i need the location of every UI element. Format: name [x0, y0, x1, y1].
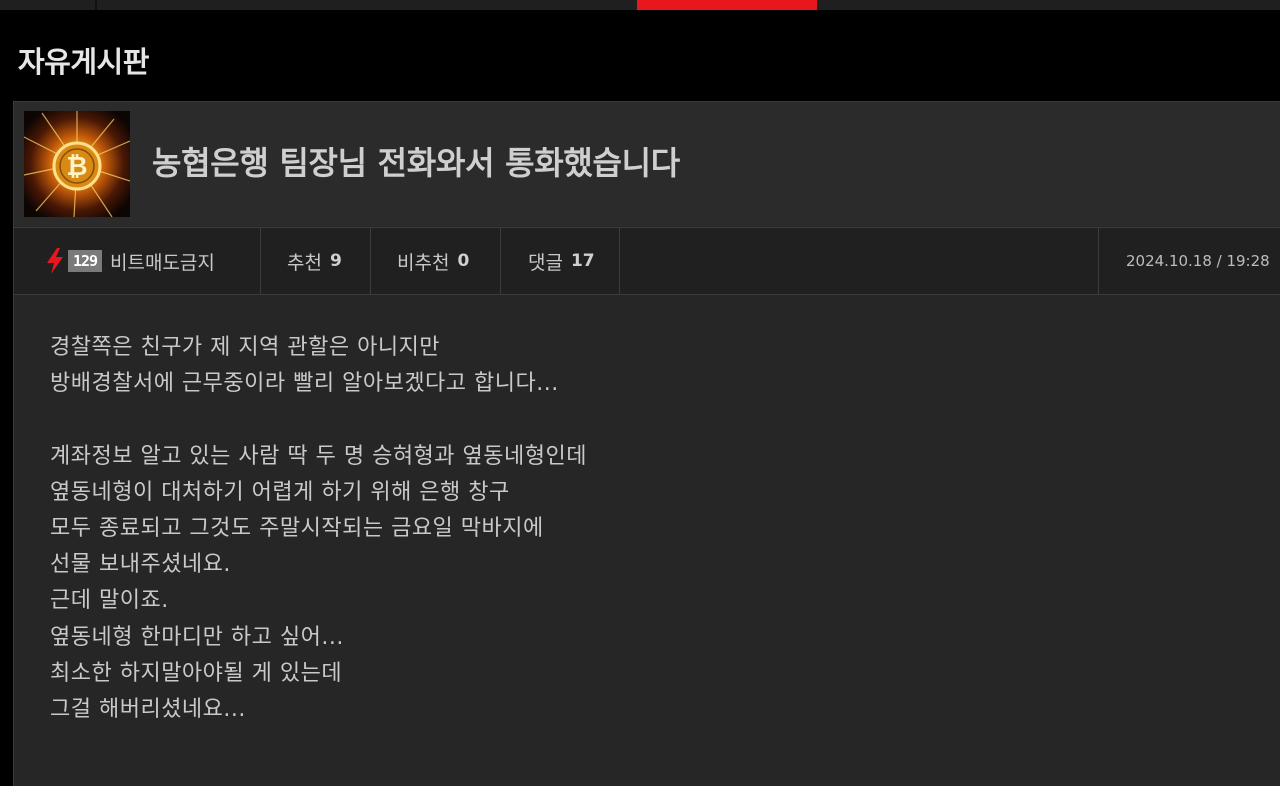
post-header: ₿ 농협은행 팀장님 전화와서 통화했습니다	[14, 102, 1280, 226]
post-meta-bar: 129 비트매도금지 추천 9 비추천 0 댓글 17 2024.10.18 /…	[14, 227, 1280, 295]
post-body-line: 모두 종료되고 그것도 주말시작되는 금요일 막바지에	[50, 515, 544, 541]
meta-divider	[500, 228, 501, 294]
post-body-line: 최소한 하지말아야될 게 있는데	[50, 660, 343, 686]
meta-divider	[370, 228, 371, 294]
nav-active-tab-indicator[interactable]	[637, 0, 817, 10]
author-name[interactable]: 비트매도금지	[110, 248, 215, 275]
level-badge: 129	[68, 250, 102, 272]
board-title: 자유게시판	[18, 45, 149, 79]
bitcoin-coin-icon: ₿	[24, 111, 130, 217]
post-date: 2024.10.18 / 19:28	[1126, 252, 1270, 270]
post-body-line	[50, 402, 1250, 438]
recommend-number: 9	[329, 251, 342, 271]
meta-divider	[1098, 228, 1099, 294]
post-body-line: 그걸 해버리셨네요...	[50, 696, 246, 722]
post-body-line: 경찰쪽은 친구가 제 지역 관할은 아니지만	[50, 335, 441, 360]
author-info[interactable]: 129 비트매도금지	[44, 228, 215, 294]
post-body-line: 옆동네형이 대처하기 어렵게 하기 위해 은행 창구	[50, 479, 510, 505]
post-title: 농협은행 팀장님 전화와서 통화했습니다	[152, 144, 680, 182]
post-body-line: 옆동네형 한마디만 하고 싶어...	[50, 624, 344, 650]
post-body-line: 선물 보내주셨네요.	[50, 552, 231, 578]
not-recommend-count: 비추천 0	[397, 228, 469, 294]
not-recommend-number: 0	[457, 251, 470, 271]
nav-divider	[95, 0, 97, 10]
meta-divider	[619, 228, 620, 294]
not-recommend-label: 비추천	[397, 251, 450, 274]
recommend-label: 추천	[287, 251, 322, 274]
meta-divider	[260, 228, 261, 294]
svg-text:₿: ₿	[66, 152, 87, 182]
comment-label: 댓글	[528, 251, 563, 274]
post-container: ₿ 농협은행 팀장님 전화와서 통화했습니다 129 비트매도금지 추천 9 비…	[13, 101, 1280, 786]
post-body-line: 계좌정보 알고 있는 사람 딱 두 명 승혀형과 옆동네형인데	[50, 443, 587, 469]
post-body: 경찰쪽은 친구가 제 지역 관할은 아니지만방배경찰서에 근무중이라 빨리 알아…	[50, 330, 1250, 728]
comment-number: 17	[570, 251, 595, 271]
comment-count[interactable]: 댓글 17	[528, 228, 595, 294]
post-body-line: 방배경찰서에 근무중이라 빨리 알아보겠다고 합니다...	[50, 371, 559, 397]
post-body-line: 근데 말이죠.	[50, 588, 169, 614]
lightning-bolt-icon	[44, 248, 66, 274]
recommend-count: 추천 9	[287, 228, 342, 294]
top-nav-bar	[0, 0, 1280, 10]
